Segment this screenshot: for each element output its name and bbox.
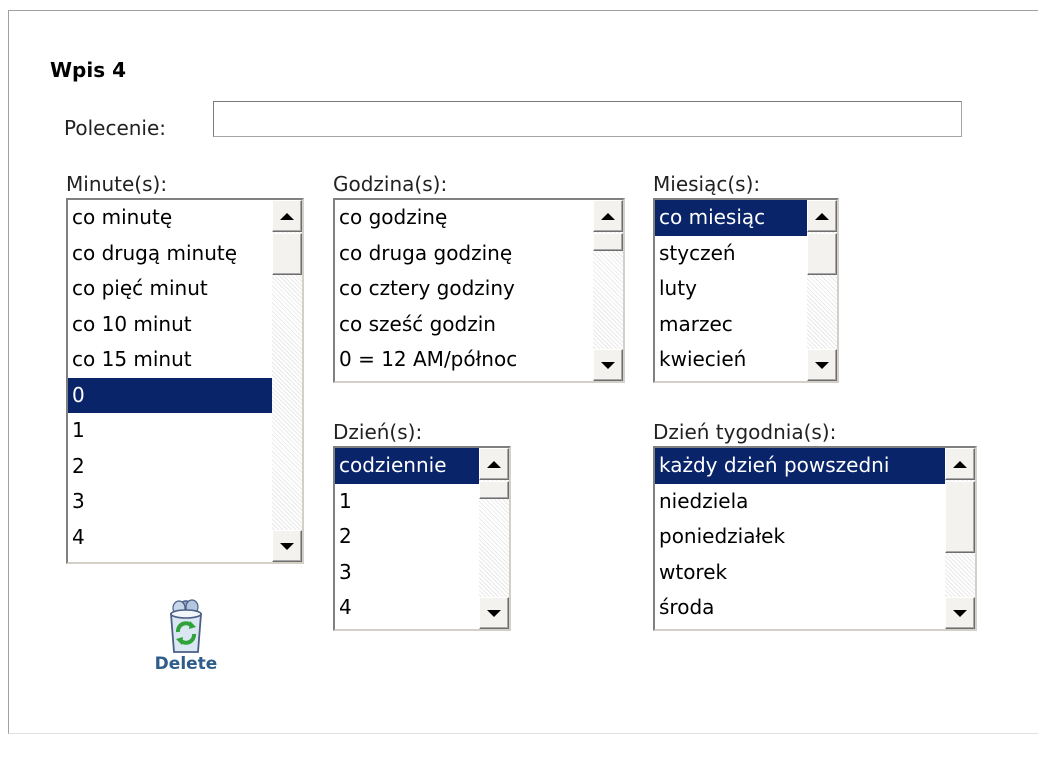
hours-scrollbar[interactable] bbox=[593, 200, 623, 381]
command-input[interactable] bbox=[213, 101, 962, 137]
arrow-down-icon bbox=[601, 361, 615, 369]
weekdays-label: Dzień tygodnia(s): bbox=[653, 420, 837, 444]
months-option[interactable]: co miesiąc bbox=[655, 200, 807, 236]
days-option[interactable]: 3 bbox=[335, 555, 479, 591]
days-options: codziennie 1 2 3 4 bbox=[335, 448, 479, 629]
weekdays-option[interactable]: poniedziałek bbox=[655, 519, 945, 555]
weekdays-scroll-thumb[interactable] bbox=[945, 481, 975, 553]
hours-option[interactable]: co druga godzinę bbox=[335, 236, 593, 272]
days-listbox[interactable]: codziennie 1 2 3 4 bbox=[333, 446, 511, 631]
months-scroll-up-button[interactable] bbox=[807, 200, 837, 232]
minutes-option[interactable]: 3 bbox=[68, 484, 272, 520]
months-label: Miesiąc(s): bbox=[653, 172, 761, 196]
hours-option[interactable]: co sześć godzin bbox=[335, 307, 593, 343]
arrow-down-icon bbox=[815, 361, 829, 369]
arrow-up-icon bbox=[601, 212, 615, 220]
hours-scroll-thumb[interactable] bbox=[593, 233, 623, 251]
months-option[interactable]: styczeń bbox=[655, 236, 807, 272]
days-scroll-thumb[interactable] bbox=[479, 481, 509, 499]
minutes-scrollbar[interactable] bbox=[272, 200, 302, 562]
weekdays-scroll-down-button[interactable] bbox=[945, 597, 975, 629]
hours-scroll-up-button[interactable] bbox=[593, 200, 623, 232]
minutes-option[interactable]: 1 bbox=[68, 413, 272, 449]
weekdays-options: każdy dzień powszedni niedziela poniedział… bbox=[655, 448, 945, 629]
hours-option[interactable]: co godzinę bbox=[335, 200, 593, 236]
minutes-option[interactable]: co drugą minutę bbox=[68, 236, 272, 272]
minutes-listbox[interactable]: co minutę co drugą minutę co pięć minut co … bbox=[66, 198, 304, 564]
arrow-up-icon bbox=[280, 212, 294, 220]
days-option[interactable]: codziennie bbox=[335, 448, 479, 484]
minutes-options: co minutę co drugą minutę co pięć minut co … bbox=[68, 200, 272, 562]
arrow-up-icon bbox=[815, 212, 829, 220]
minutes-option[interactable]: 0 bbox=[68, 377, 272, 413]
weekdays-scrollbar[interactable] bbox=[945, 448, 975, 629]
months-option[interactable]: kwiecień bbox=[655, 342, 807, 378]
command-label: Polecenie: bbox=[64, 116, 167, 140]
hours-label: Godzina(s): bbox=[333, 172, 448, 196]
delete-button[interactable]: Delete bbox=[148, 592, 224, 680]
weekdays-option[interactable]: środa bbox=[655, 590, 945, 626]
days-option[interactable]: 1 bbox=[335, 484, 479, 520]
months-option[interactable]: marzec bbox=[655, 307, 807, 343]
days-option[interactable]: 4 bbox=[335, 590, 479, 626]
hours-option[interactable]: co cztery godziny bbox=[335, 271, 593, 307]
days-scroll-down-button[interactable] bbox=[479, 597, 509, 629]
months-option[interactable]: luty bbox=[655, 271, 807, 307]
weekdays-listbox[interactable]: każdy dzień powszedni niedziela poniedział… bbox=[653, 446, 977, 631]
minutes-scroll-down-button[interactable] bbox=[272, 530, 302, 562]
months-options: co miesiąc styczeń luty marzec kwiecień bbox=[655, 200, 807, 381]
hours-listbox[interactable]: co godzinę co druga godzinę co cztery godz… bbox=[333, 198, 625, 383]
recycle-bin-icon bbox=[170, 599, 202, 653]
weekdays-option[interactable]: niedziela bbox=[655, 484, 945, 520]
months-listbox[interactable]: co miesiąc styczeń luty marzec kwiecień bbox=[653, 198, 839, 383]
minutes-label: Minute(s): bbox=[66, 172, 168, 196]
months-scroll-thumb[interactable] bbox=[807, 233, 837, 275]
arrow-down-icon bbox=[280, 542, 294, 550]
months-scroll-down-button[interactable] bbox=[807, 349, 837, 381]
months-scrollbar[interactable] bbox=[807, 200, 837, 381]
minutes-option[interactable]: 4 bbox=[68, 520, 272, 556]
entry-title: Wpis 4 bbox=[50, 58, 127, 82]
weekdays-option[interactable]: wtorek bbox=[655, 555, 945, 591]
arrow-down-icon bbox=[487, 609, 501, 617]
minutes-scroll-up-button[interactable] bbox=[272, 200, 302, 232]
hours-scroll-down-button[interactable] bbox=[593, 349, 623, 381]
minutes-option[interactable]: co 15 minut bbox=[68, 342, 272, 378]
minutes-option[interactable]: co 10 minut bbox=[68, 307, 272, 343]
days-scrollbar[interactable] bbox=[479, 448, 509, 629]
hours-option[interactable]: 0 = 12 AM/północ bbox=[335, 342, 593, 378]
days-scroll-up-button[interactable] bbox=[479, 448, 509, 480]
hours-options: co godzinę co druga godzinę co cztery godz… bbox=[335, 200, 593, 381]
arrow-down-icon bbox=[953, 609, 967, 617]
arrow-up-icon bbox=[953, 460, 967, 468]
arrow-up-icon bbox=[487, 460, 501, 468]
minutes-option[interactable]: co pięć minut bbox=[68, 271, 272, 307]
weekdays-option[interactable]: każdy dzień powszedni bbox=[655, 448, 945, 484]
days-option[interactable]: 2 bbox=[335, 519, 479, 555]
days-label: Dzień(s): bbox=[333, 420, 423, 444]
minutes-option[interactable]: 2 bbox=[68, 449, 272, 485]
minutes-scroll-thumb[interactable] bbox=[272, 233, 302, 275]
minutes-option[interactable]: co minutę bbox=[68, 200, 272, 236]
weekdays-scroll-up-button[interactable] bbox=[945, 448, 975, 480]
delete-label: Delete bbox=[154, 654, 218, 674]
